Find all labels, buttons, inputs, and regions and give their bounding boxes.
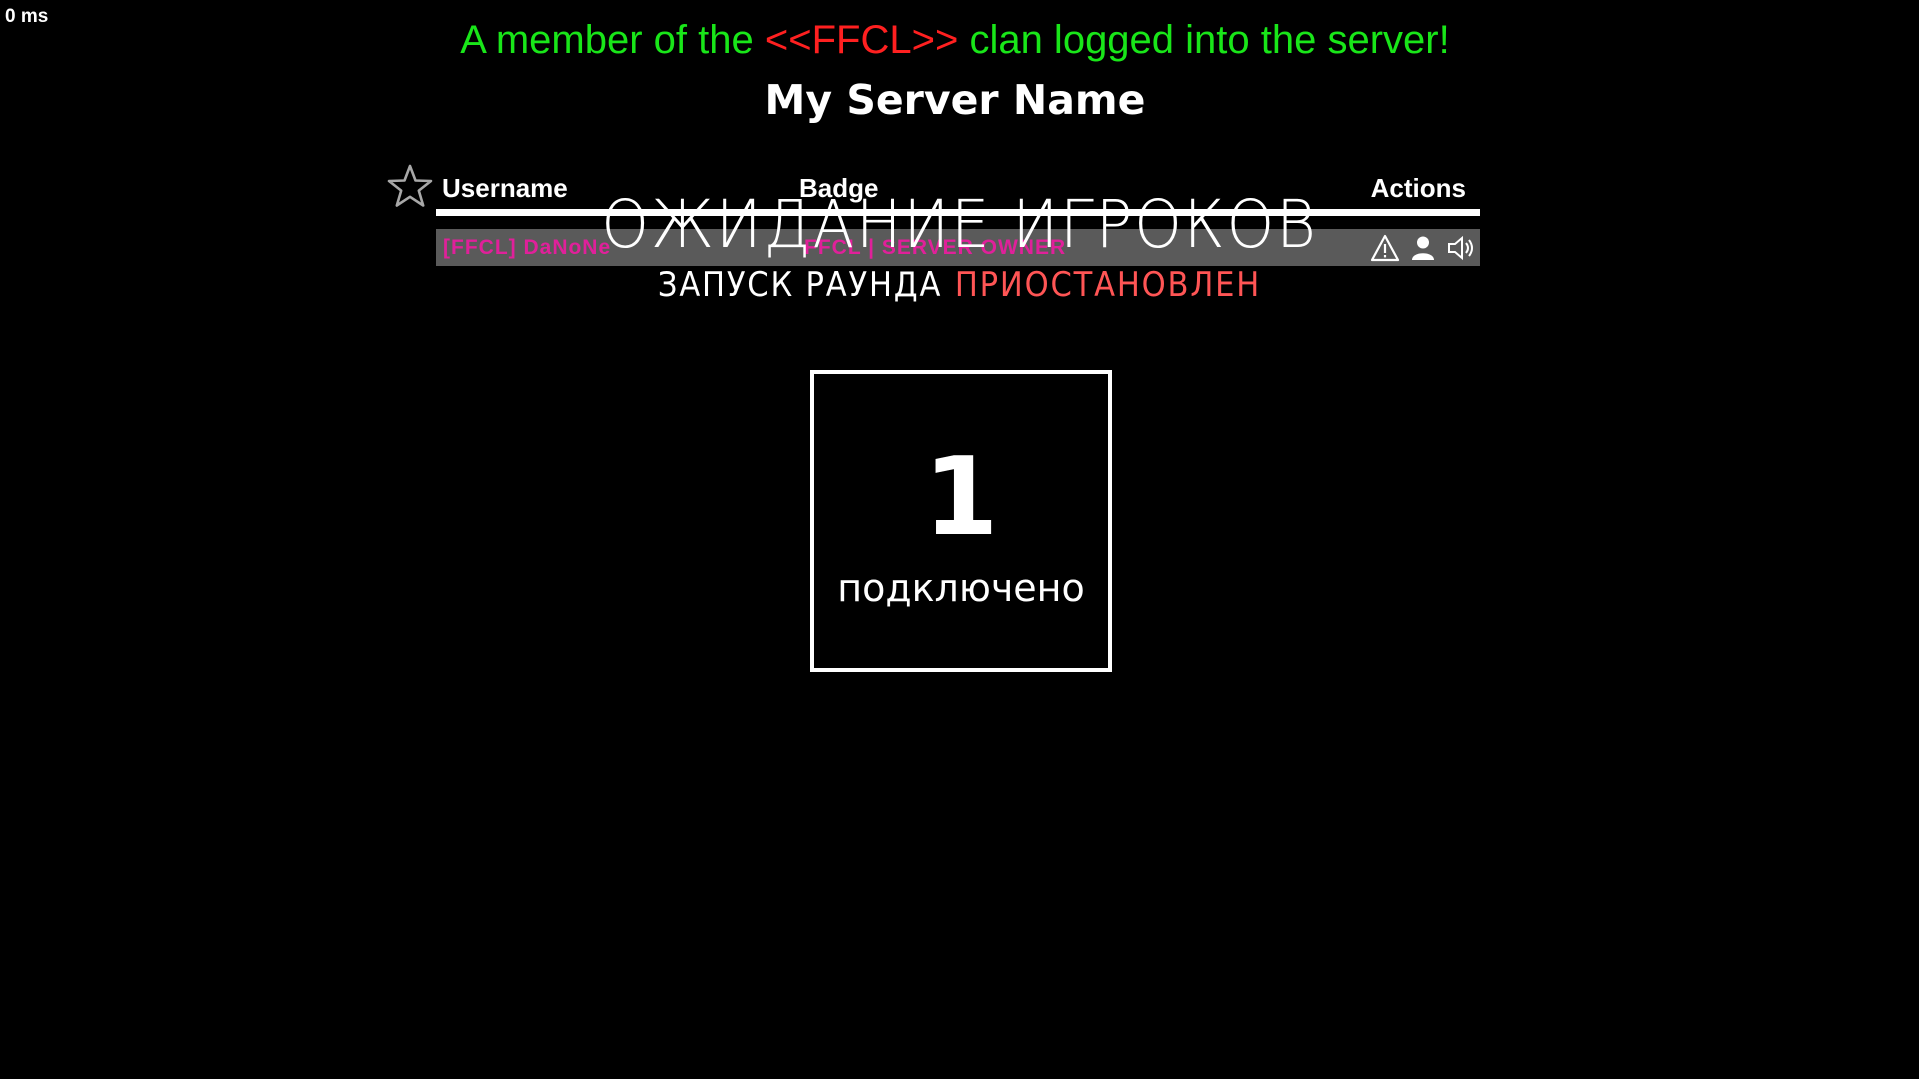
round-status-label: ЗАПУСК РАУНДА xyxy=(657,265,943,305)
clan-announcement: A member of the <<FFCL>> clan logged int… xyxy=(0,18,1910,63)
announcement-suffix: clan logged into the server! xyxy=(969,18,1450,62)
waiting-for-players-title: ОЖИДАНИЕ ИГРОКОВ xyxy=(601,186,1318,263)
connected-players-box: 1 подключено xyxy=(810,370,1112,672)
server-name: My Server Name xyxy=(764,76,1146,124)
announcement-clan-tag: <<FFCL>> xyxy=(764,18,959,62)
game-screen: 0 ms A member of the <<FFCL>> clan logge… xyxy=(0,0,1919,1079)
connected-label: подключено xyxy=(837,566,1085,610)
connected-count: 1 xyxy=(923,435,999,560)
announcement-prefix: A member of the xyxy=(460,18,754,62)
round-status: ЗАПУСК РАУНДА ПРИОСТАНОВЛЕН xyxy=(96,265,1823,305)
round-status-value: ПРИОСТАНОВЛЕН xyxy=(954,265,1262,305)
